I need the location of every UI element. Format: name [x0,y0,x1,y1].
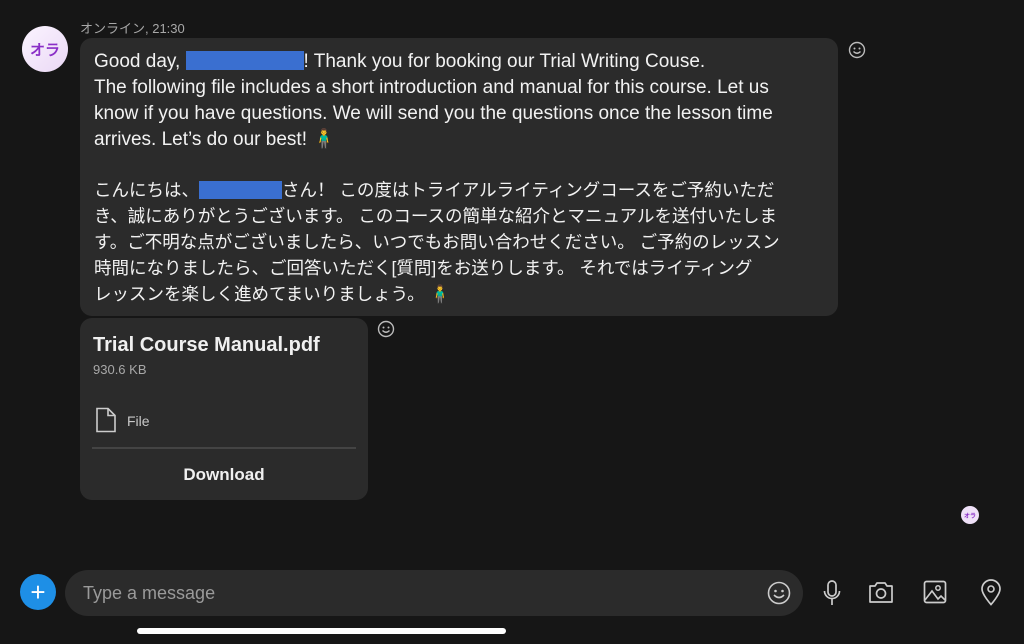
file-icon [96,407,116,433]
message-line: 時間になりましたら、ご回答いただく[質問]をお送りします。 それではライティング [94,258,753,278]
message-line: レッスンを楽しく進めてまいりましょう。 🧍‍♂️ [94,284,452,304]
text: Good day, [94,51,186,72]
message-input[interactable] [83,570,743,616]
file-attachment-card[interactable]: Trial Course Manual.pdf 930.6 KB File Do… [80,318,368,500]
message-line: こんにちは、 さん！ この度はトライアルライティングコースをご予約いただ [94,177,774,203]
contact-avatar[interactable]: オラ [22,26,68,72]
text: こんにちは、 [94,180,199,200]
file-type-label: File [127,413,150,429]
message-line: す。ご不明な点がございましたら、いつでもお問い合わせください。 ご予約のレッスン [94,232,780,252]
divider [92,447,356,449]
smiley-icon [377,320,395,338]
status-timestamp: オンライン, 21:30 [80,21,185,36]
message-line: Good day, ! Thank you for booking our Tr… [94,49,705,75]
react-emoji-button[interactable] [848,41,866,64]
read-receipt-avatar: オラ [961,506,979,524]
react-emoji-button[interactable] [377,320,395,343]
message-line: The following file includes a short intr… [94,77,769,98]
smiley-icon [848,41,866,59]
message-line: arrives. Let’s do our best! 🧍‍♂️ [94,129,336,150]
microphone-icon[interactable] [822,580,842,606]
message-line: き、誠にありがとうございます。 このコースの簡単な紹介とマニュアルを送付いたしま [94,206,777,226]
camera-icon[interactable] [868,580,894,604]
location-icon[interactable] [980,579,1002,606]
text: ! Thank you for booking our Trial Writin… [303,51,706,72]
text: さん！ この度はトライアルライティングコースをご予約いただ [282,180,775,200]
message-composer[interactable] [65,570,803,616]
download-button[interactable]: Download [80,465,368,485]
message-bubble[interactable]: Good day, ! Thank you for booking our Tr… [80,38,838,316]
redacted-name [185,51,304,70]
emoji-icon[interactable] [767,581,791,605]
home-indicator[interactable] [137,628,506,634]
file-name: Trial Course Manual.pdf [93,334,320,356]
file-size: 930.6 KB [93,362,147,377]
redacted-name [199,181,282,199]
gallery-icon[interactable] [923,580,947,604]
message-line: know if you have questions. We will send… [94,103,773,124]
add-attachment-button[interactable]: + [20,574,56,610]
